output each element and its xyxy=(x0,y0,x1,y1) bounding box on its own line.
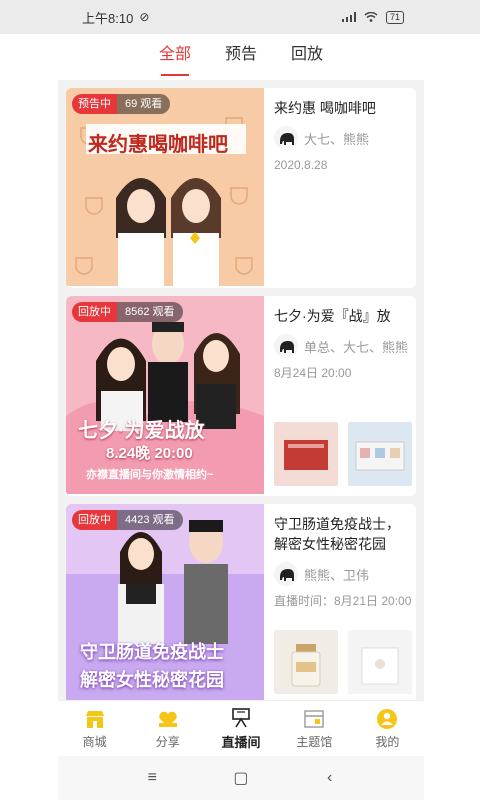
nav-label: 我的 xyxy=(375,734,400,749)
card-date: 直播时间：8月21日 20:00 xyxy=(274,594,412,608)
status-badge: 回放中 8562 观看 xyxy=(72,302,183,322)
share-icon xyxy=(157,708,179,730)
badge-views: 4423 观看 xyxy=(117,510,183,530)
status-right: 71 xyxy=(341,10,404,24)
card-title: 来约惠 喝咖啡吧 xyxy=(274,100,376,116)
card-date: 8月24日 20:00 xyxy=(274,366,352,380)
nav-shop[interactable]: 商城 xyxy=(58,701,131,756)
product-thumbnails xyxy=(274,422,412,486)
nav-label: 商城 xyxy=(82,734,107,749)
host-row: 大七、熊熊 xyxy=(274,126,412,150)
live-card[interactable]: 守卫肠道免疫战士 解密女性秘密花园 回放中 4423 观看 守卫肠道免疫战士，解… xyxy=(66,504,416,700)
home-icon[interactable]: ▢ xyxy=(226,768,256,788)
elephant-icon xyxy=(274,334,298,358)
poster-title: 七夕·为爱战放 xyxy=(78,420,205,442)
live-icon xyxy=(230,707,252,729)
nav-label: 主题馆 xyxy=(296,734,333,749)
wifi-icon xyxy=(364,12,378,22)
host-row: 熊熊、卫伟 xyxy=(274,562,412,586)
card-thumbnail[interactable]: 来约惠喝咖啡吧 预告中 69 观看 xyxy=(66,88,264,286)
status-bar: 上午8:10 ⊘ 71 xyxy=(0,0,480,34)
poster-title-2: 解密女性秘密花园 xyxy=(80,670,224,690)
live-card[interactable]: 来约惠喝咖啡吧 预告中 69 观看 来约惠 喝咖啡吧 大七、熊熊 2020.8.… xyxy=(66,88,416,288)
badge-views: 69 观看 xyxy=(117,94,171,114)
nav-live[interactable]: 直播间 xyxy=(204,701,277,756)
card-info: 守卫肠道免疫战士，解密女性秘密花园 熊熊、卫伟 直播时间：8月21日 20:00 xyxy=(274,514,412,610)
nav-theme-hall[interactable]: 主题馆 xyxy=(278,701,351,756)
card-date: 2020.8.28 xyxy=(274,158,328,172)
theme-hall-icon xyxy=(303,708,325,730)
badge-state: 预告中 xyxy=(72,94,117,114)
badge-state: 回放中 xyxy=(72,510,117,530)
live-card[interactable]: 七夕·为爱战放 8.24晚 20:00 亦襟直播间与你激情相约~ 回放中 856… xyxy=(66,296,416,496)
signal-icon xyxy=(341,12,356,22)
badge-views: 8562 观看 xyxy=(117,302,183,322)
poster-tagline: 亦襟直播间与你激情相约~ xyxy=(86,469,214,481)
product-thumbnail[interactable] xyxy=(348,630,412,694)
dnd-icon: ⊘ xyxy=(139,10,150,24)
status-badge: 预告中 69 观看 xyxy=(72,94,171,114)
card-title: 七夕·为爱『战』放 xyxy=(274,308,391,324)
system-nav-bar: ≡ ▢ ‹ xyxy=(58,756,424,800)
card-thumbnail[interactable]: 七夕·为爱战放 8.24晚 20:00 亦襟直播间与你激情相约~ 回放中 856… xyxy=(66,296,264,494)
bottom-nav: 商城 分享 直播间 主题馆 我的 xyxy=(58,700,424,756)
badge-state: 回放中 xyxy=(72,302,117,322)
shop-icon xyxy=(84,708,106,730)
tab-replay[interactable]: 回放 xyxy=(291,34,323,80)
poster-subtitle: 8.24晚 20:00 xyxy=(106,445,193,462)
battery-icon: 71 xyxy=(385,10,404,24)
elephant-icon xyxy=(274,562,298,586)
product-thumbnail[interactable] xyxy=(348,422,412,486)
left-margin xyxy=(0,34,58,800)
nav-share[interactable]: 分享 xyxy=(131,701,204,756)
right-margin xyxy=(424,34,480,800)
back-icon[interactable]: ‹ xyxy=(315,769,345,787)
elephant-icon xyxy=(274,126,298,150)
nav-label: 分享 xyxy=(155,734,180,749)
status-badge: 回放中 4423 观看 xyxy=(72,510,183,530)
tab-all[interactable]: 全部 xyxy=(159,34,191,80)
poster-title: 来约惠喝咖啡吧 xyxy=(88,134,228,156)
card-info: 七夕·为爱『战』放 单总、大七、熊熊 8月24日 20:00 xyxy=(274,306,412,382)
card-thumbnail[interactable]: 守卫肠道免疫战士 解密女性秘密花园 回放中 4423 观看 xyxy=(66,504,264,700)
tab-preview[interactable]: 预告 xyxy=(225,34,257,80)
poster-illustration xyxy=(66,88,264,286)
profile-icon xyxy=(376,708,398,730)
host-row: 单总、大七、熊熊 xyxy=(274,334,412,358)
poster-title: 守卫肠道免疫战士 xyxy=(80,642,224,662)
live-list: 来约惠喝咖啡吧 预告中 69 观看 来约惠 喝咖啡吧 大七、熊熊 2020.8.… xyxy=(58,80,424,700)
tab-bar: 全部 预告 回放 xyxy=(58,34,424,80)
card-info: 来约惠 喝咖啡吧 大七、熊熊 2020.8.28 xyxy=(274,98,412,174)
card-title: 守卫肠道免疫战士，解密女性秘密花园 xyxy=(274,516,400,552)
host-names: 单总、大七、熊熊 xyxy=(304,339,409,355)
product-thumbnail[interactable] xyxy=(274,630,338,694)
nav-label: 直播间 xyxy=(221,734,261,750)
host-names: 大七、熊熊 xyxy=(304,131,370,147)
product-thumbnail[interactable] xyxy=(274,422,338,486)
nav-profile[interactable]: 我的 xyxy=(351,701,424,756)
menu-icon[interactable]: ≡ xyxy=(137,769,167,787)
poster-illustration xyxy=(66,296,264,494)
status-time: 上午8:10 xyxy=(82,10,134,26)
host-names: 熊熊、卫伟 xyxy=(304,567,370,583)
product-thumbnails xyxy=(274,630,412,694)
